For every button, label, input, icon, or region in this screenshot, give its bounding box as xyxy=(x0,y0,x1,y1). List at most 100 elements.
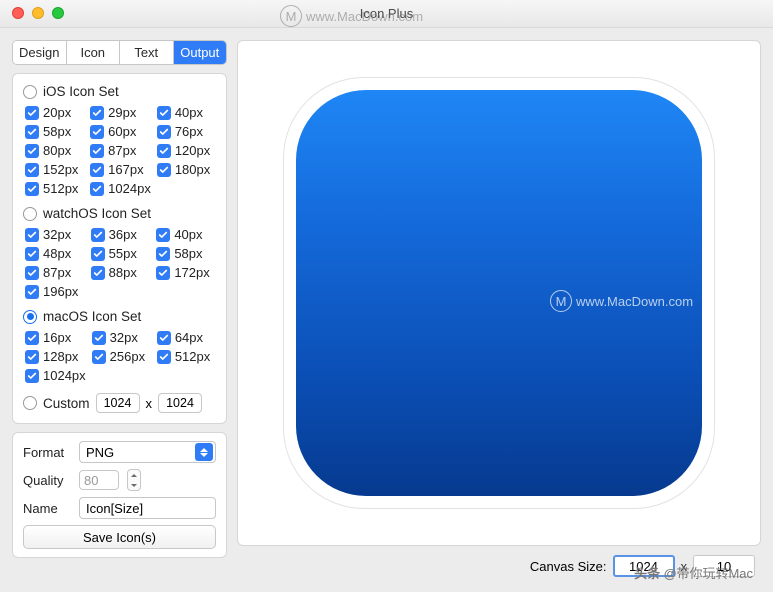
size-watch-48px[interactable]: 48px xyxy=(25,246,85,261)
checkbox-icon xyxy=(92,350,106,364)
save-button[interactable]: Save Icon(s) xyxy=(23,525,216,549)
size-mac-128px[interactable]: 128px xyxy=(25,349,86,364)
size-label: 172px xyxy=(174,265,209,280)
size-label: 1024px xyxy=(43,368,86,383)
size-ios-58px[interactable]: 58px xyxy=(25,124,84,139)
size-watch-172px[interactable]: 172px xyxy=(156,265,216,280)
quality-input[interactable]: 80 xyxy=(79,470,119,490)
size-ios-76px[interactable]: 76px xyxy=(157,124,216,139)
checkbox-icon xyxy=(91,247,105,261)
tab-icon[interactable]: Icon xyxy=(67,41,121,64)
size-watch-32px[interactable]: 32px xyxy=(25,227,85,242)
size-ios-180px[interactable]: 180px xyxy=(157,162,216,177)
size-mac-512px[interactable]: 512px xyxy=(157,349,216,364)
select-stepper-icon xyxy=(195,443,213,461)
size-label: 512px xyxy=(175,349,210,364)
window-title: Icon Plus xyxy=(360,6,413,21)
zoom-window-button[interactable] xyxy=(52,7,64,19)
radio-ios[interactable] xyxy=(23,85,37,99)
checkbox-icon xyxy=(157,331,171,345)
custom-height-input[interactable] xyxy=(158,393,202,413)
size-label: 32px xyxy=(43,227,71,242)
checkbox-icon xyxy=(157,163,171,177)
size-ios-60px[interactable]: 60px xyxy=(90,124,151,139)
checkbox-icon xyxy=(92,331,106,345)
size-label: 16px xyxy=(43,330,71,345)
checkbox-icon xyxy=(157,125,171,139)
size-label: 128px xyxy=(43,349,78,364)
size-label: 58px xyxy=(43,124,71,139)
format-label: Format xyxy=(23,445,71,460)
custom-x: x xyxy=(146,396,153,411)
size-ios-40px[interactable]: 40px xyxy=(157,105,216,120)
custom-width-input[interactable] xyxy=(96,393,140,413)
size-label: 48px xyxy=(43,246,71,261)
format-select[interactable]: PNG xyxy=(79,441,216,463)
checkbox-icon xyxy=(157,106,171,120)
size-label: 87px xyxy=(43,265,71,280)
size-ios-87px[interactable]: 87px xyxy=(90,143,151,158)
close-window-button[interactable] xyxy=(12,7,24,19)
checkbox-icon xyxy=(91,228,105,242)
credit-text: 头条 @带你玩转Mac xyxy=(634,563,753,582)
size-watch-196px[interactable]: 196px xyxy=(25,284,85,299)
size-mac-16px[interactable]: 16px xyxy=(25,330,86,345)
tabbar: Design Icon Text Output xyxy=(12,40,227,65)
radio-custom[interactable] xyxy=(23,396,37,410)
size-watch-40px[interactable]: 40px xyxy=(156,227,216,242)
size-mac-256px[interactable]: 256px xyxy=(92,349,151,364)
icon-fill xyxy=(296,90,702,496)
size-ios-80px[interactable]: 80px xyxy=(25,143,84,158)
size-ios-1024px[interactable]: 1024px xyxy=(90,181,151,196)
quality-stepper[interactable] xyxy=(127,469,141,491)
ios-sizes: 20px 29px 40px 58px 60px 76px 80px 87px 120px 152… xyxy=(25,105,216,196)
checkbox-icon xyxy=(157,350,171,364)
size-ios-152px[interactable]: 152px xyxy=(25,162,84,177)
size-label: 58px xyxy=(174,246,202,261)
label-macos: macOS Icon Set xyxy=(43,309,141,324)
titlebar: Icon Plus xyxy=(0,0,773,28)
size-watch-36px[interactable]: 36px xyxy=(91,227,151,242)
format-value: PNG xyxy=(86,445,114,460)
size-label: 64px xyxy=(175,330,203,345)
checkbox-icon xyxy=(156,266,170,280)
tab-output[interactable]: Output xyxy=(174,41,227,64)
label-watchos: watchOS Icon Set xyxy=(43,206,151,221)
checkbox-icon xyxy=(25,266,39,280)
size-label: 88px xyxy=(109,265,137,280)
icon-preview xyxy=(284,78,714,508)
tab-design[interactable]: Design xyxy=(13,41,67,64)
checkbox-icon xyxy=(25,247,39,261)
size-watch-87px[interactable]: 87px xyxy=(25,265,85,280)
checkbox-icon xyxy=(90,106,104,120)
checkbox-icon xyxy=(90,125,104,139)
checkbox-icon xyxy=(25,182,39,196)
size-watch-58px[interactable]: 58px xyxy=(156,246,216,261)
radio-watchos[interactable] xyxy=(23,207,37,221)
watchos-sizes: 32px 36px 40px 48px 55px 58px 87px 88px 172px 196… xyxy=(25,227,216,299)
label-ios: iOS Icon Set xyxy=(43,84,119,99)
size-ios-20px[interactable]: 20px xyxy=(25,105,84,120)
size-watch-55px[interactable]: 55px xyxy=(91,246,151,261)
tab-text[interactable]: Text xyxy=(120,41,174,64)
macos-sizes: 16px 32px 64px 128px 256px 512px 1024px xyxy=(25,330,216,383)
size-mac-64px[interactable]: 64px xyxy=(157,330,216,345)
size-watch-88px[interactable]: 88px xyxy=(91,265,151,280)
size-mac-32px[interactable]: 32px xyxy=(92,330,151,345)
checkbox-icon xyxy=(25,144,39,158)
size-ios-29px[interactable]: 29px xyxy=(90,105,151,120)
size-ios-167px[interactable]: 167px xyxy=(90,162,151,177)
size-label: 256px xyxy=(110,349,145,364)
size-label: 120px xyxy=(175,143,210,158)
name-label: Name xyxy=(23,501,71,516)
minimize-window-button[interactable] xyxy=(32,7,44,19)
quality-label: Quality xyxy=(23,473,71,488)
name-input[interactable]: Icon[Size] xyxy=(79,497,216,519)
size-label: 152px xyxy=(43,162,78,177)
size-label: 80px xyxy=(43,143,71,158)
radio-macos[interactable] xyxy=(23,310,37,324)
size-ios-120px[interactable]: 120px xyxy=(157,143,216,158)
size-ios-512px[interactable]: 512px xyxy=(25,181,84,196)
size-mac-1024px[interactable]: 1024px xyxy=(25,368,86,383)
size-label: 76px xyxy=(175,124,203,139)
